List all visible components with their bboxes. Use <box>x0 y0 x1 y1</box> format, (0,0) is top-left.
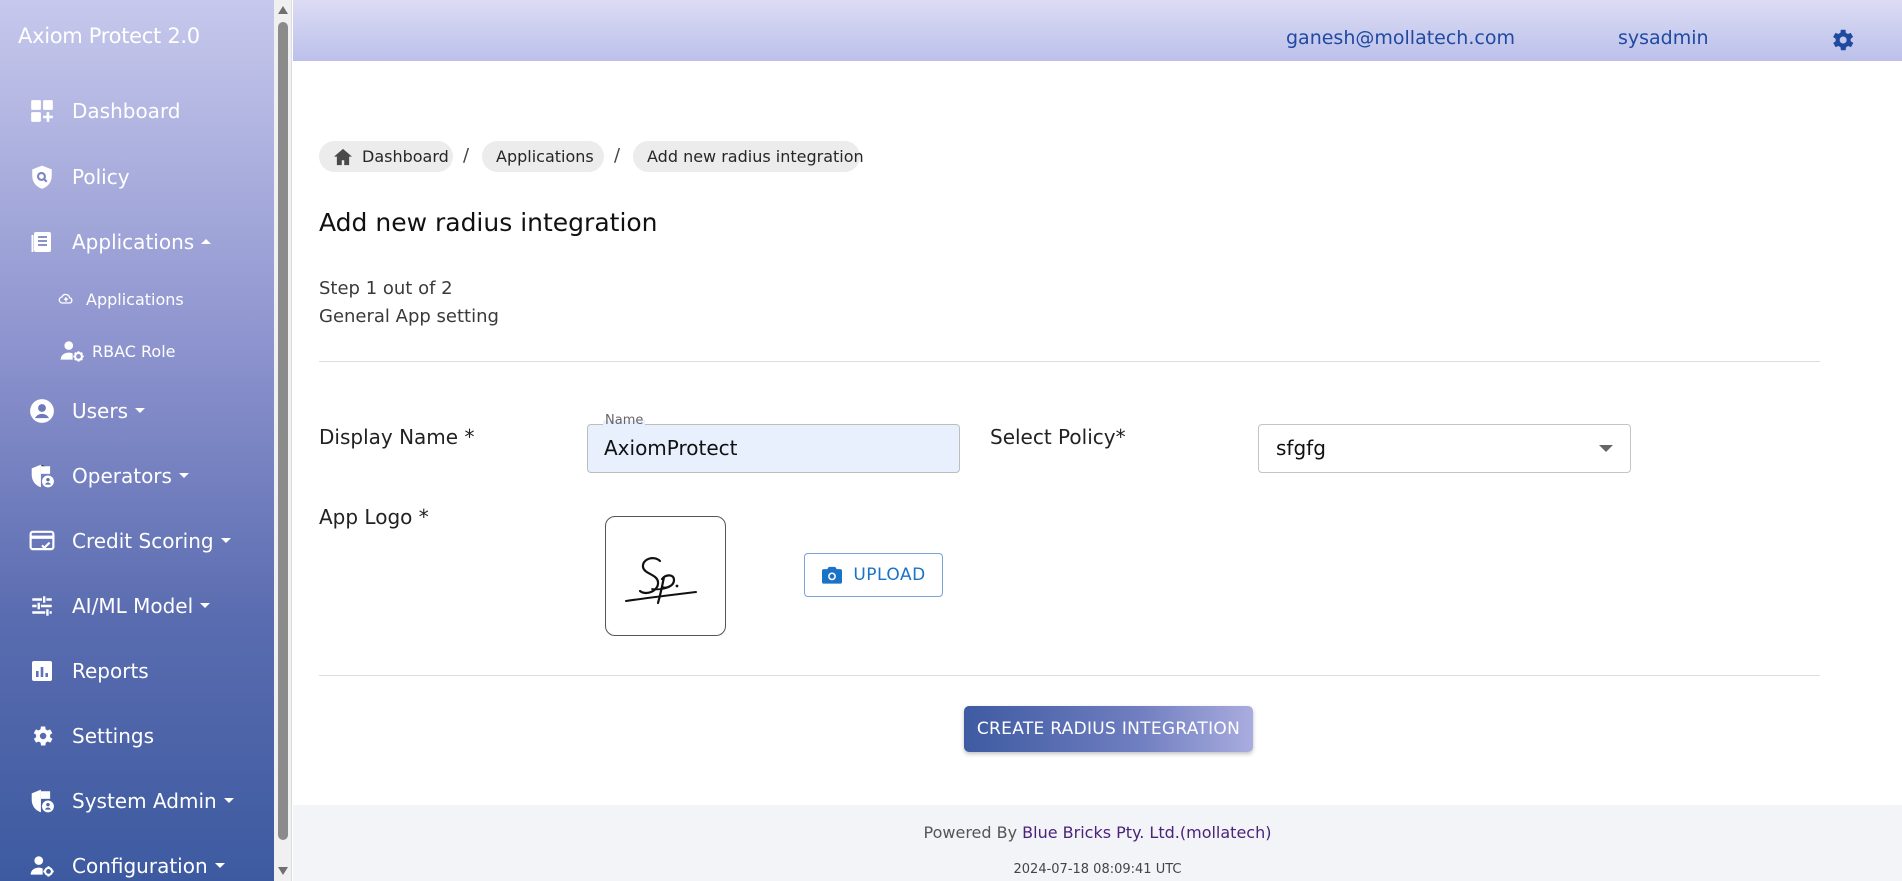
breadcrumb-label: Applications <box>496 147 594 166</box>
sidebar-item-label: Applications <box>72 230 212 254</box>
document-list-icon <box>28 228 56 256</box>
sidebar-scrollbar[interactable] <box>274 0 292 881</box>
gear-icon <box>28 722 56 750</box>
sidebar-item-applications[interactable]: Applications <box>0 222 274 262</box>
sidebar-item-label: Users <box>72 399 146 423</box>
display-name-value[interactable]: AxiomProtect <box>604 436 738 460</box>
display-name-label: Display Name * <box>319 425 475 449</box>
user-role: sysadmin <box>1618 27 1709 49</box>
caret-down-icon <box>220 538 231 543</box>
sidebar-item-label: Policy <box>72 165 130 189</box>
breadcrumb-current: Add new radius integration <box>633 141 864 172</box>
sidebar-item-label: System Admin <box>72 789 234 813</box>
sidebar-item-ai-ml-model[interactable]: AI/ML Model <box>0 586 274 626</box>
sidebar-item-policy[interactable]: Policy <box>0 157 274 197</box>
app-logo-preview <box>605 516 726 636</box>
scroll-down-arrow-icon[interactable] <box>278 867 288 875</box>
signature-logo-image <box>625 557 697 605</box>
sidebar-subitem-label: Applications <box>86 289 184 309</box>
bar-chart-icon <box>28 657 56 685</box>
powered-by-prefix: Powered By <box>923 823 1018 842</box>
sidebar-subitem-label: RBAC Role <box>92 341 176 361</box>
home-icon <box>333 148 353 166</box>
sidebar-item-credit-scoring[interactable]: Credit Scoring <box>0 521 274 561</box>
sidebar-item-label: Operators <box>72 464 189 488</box>
breadcrumb-label: Dashboard <box>362 147 449 166</box>
upload-button[interactable]: UPLOAD <box>804 553 943 597</box>
step-name: General App setting <box>319 306 499 327</box>
select-policy-label: Select Policy* <box>990 425 1126 449</box>
footer-powered-by: Powered By Blue Bricks Pty. Ltd.(mollate… <box>293 823 1902 842</box>
sidebar-item-label: Reports <box>72 659 149 683</box>
step-indicator: Step 1 out of 2 <box>319 278 453 299</box>
company-link[interactable]: Blue Bricks Pty. Ltd.(mollatech) <box>1022 823 1271 842</box>
caret-down-icon <box>135 408 146 413</box>
user-gear-icon <box>58 338 86 364</box>
section-divider <box>319 361 1820 362</box>
sidebar-item-users[interactable]: Users <box>0 391 274 431</box>
shield-user-icon <box>28 462 56 490</box>
sidebar-item-system-admin[interactable]: System Admin <box>0 781 274 821</box>
sidebar-item-label: Credit Scoring <box>72 529 231 553</box>
credit-card-check-icon <box>28 527 56 555</box>
breadcrumb-label: Add new radius integration <box>647 147 864 166</box>
user-circle-icon <box>28 397 56 425</box>
app-title: Axiom Protect 2.0 <box>18 24 200 48</box>
name-field-legend: Name <box>603 413 646 428</box>
sidebar: Axiom Protect 2.0 Dashboard Policy Appli… <box>0 0 274 881</box>
footer: Powered By Blue Bricks Pty. Ltd.(mollate… <box>293 805 1902 881</box>
scroll-up-arrow-icon[interactable] <box>278 6 288 14</box>
policy-select-value[interactable]: sfgfg <box>1276 436 1326 460</box>
sidebar-item-reports[interactable]: Reports <box>0 651 274 691</box>
app-logo-label: App Logo * <box>319 505 429 529</box>
sidebar-item-configuration[interactable]: Configuration <box>0 846 274 881</box>
sidebar-item-settings[interactable]: Settings <box>0 716 274 756</box>
upload-button-label: UPLOAD <box>853 565 926 585</box>
scroll-thumb[interactable] <box>278 22 288 840</box>
chevron-down-icon[interactable] <box>1599 445 1613 452</box>
footer-timestamp: 2024-07-18 08:09:41 UTC <box>1013 862 1182 877</box>
shield-user-icon <box>28 787 56 815</box>
user-email: ganesh@mollatech.com <box>1286 27 1515 49</box>
caret-up-icon <box>201 239 212 244</box>
sliders-icon <box>28 592 56 620</box>
sidebar-item-label: AI/ML Model <box>72 594 211 618</box>
sidebar-subitem-applications[interactable]: Applications <box>52 283 184 315</box>
create-button-label: CREATE RADIUS INTEGRATION <box>976 719 1241 739</box>
camera-icon <box>821 565 843 585</box>
sidebar-subitem-rbac-role[interactable]: RBAC Role <box>58 335 176 367</box>
caret-down-icon <box>214 863 225 868</box>
breadcrumb-dashboard[interactable]: Dashboard <box>319 141 453 172</box>
user-gear-icon <box>28 852 56 880</box>
breadcrumb-separator: / <box>463 145 470 166</box>
sidebar-item-dashboard[interactable]: Dashboard <box>0 91 274 131</box>
shield-search-icon <box>28 163 56 191</box>
caret-down-icon <box>178 473 189 478</box>
top-bar: ganesh@mollatech.com sysadmin <box>293 0 1902 61</box>
cloud-upload-icon <box>52 291 80 307</box>
sidebar-item-label: Settings <box>72 724 155 748</box>
sidebar-item-label: Dashboard <box>72 99 181 123</box>
create-radius-integration-button[interactable]: CREATE RADIUS INTEGRATION <box>964 706 1253 752</box>
sidebar-item-operators[interactable]: Operators <box>0 456 274 496</box>
page-title: Add new radius integration <box>319 208 658 237</box>
caret-down-icon <box>200 603 211 608</box>
caret-down-icon <box>223 798 234 803</box>
breadcrumb-separator: / <box>614 145 621 166</box>
gear-icon[interactable] <box>1828 26 1856 54</box>
dashboard-icon <box>28 97 56 125</box>
sidebar-item-label: Configuration <box>72 854 225 878</box>
breadcrumb-applications[interactable]: Applications <box>482 141 604 172</box>
section-divider <box>319 675 1820 676</box>
